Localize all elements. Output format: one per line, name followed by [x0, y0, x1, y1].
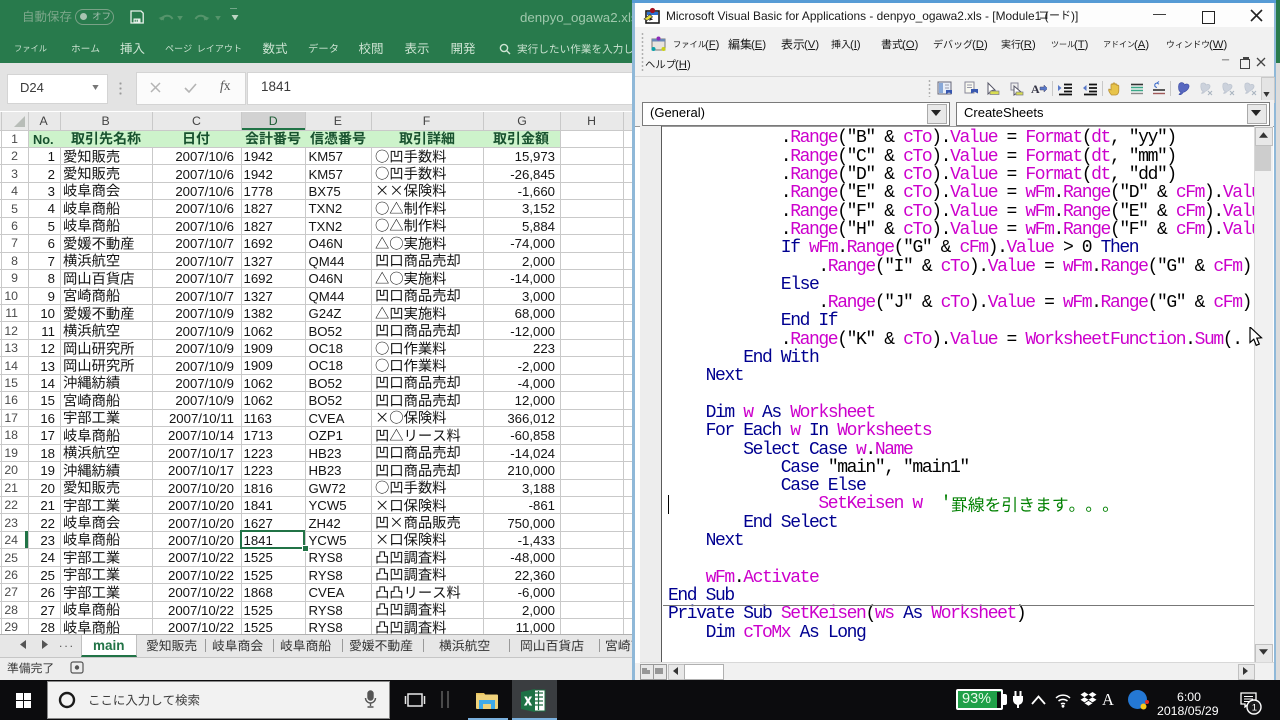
svg-text:A: A [1031, 82, 1040, 96]
svg-text:1: 1 [1252, 703, 1257, 714]
